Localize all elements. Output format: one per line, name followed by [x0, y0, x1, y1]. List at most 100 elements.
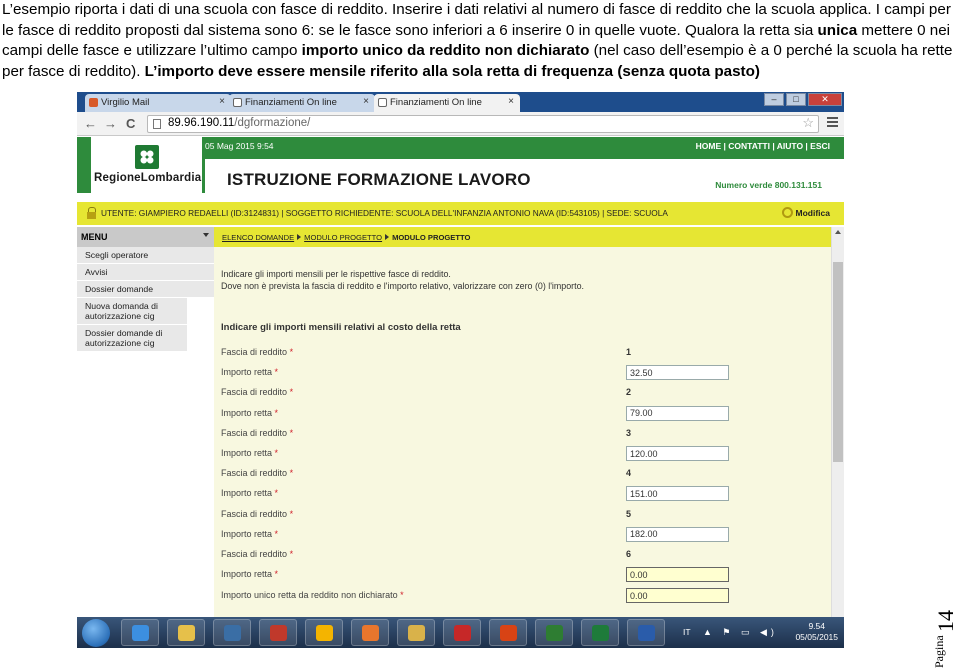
importo-row: Importo retta *: [221, 365, 821, 381]
importo-input[interactable]: [626, 526, 729, 542]
tab-finanziamenti-2[interactable]: Finanziamenti On line ×: [374, 94, 520, 112]
browser-menu-icon[interactable]: [827, 117, 838, 129]
fascia-label: Fascia di reddito *: [221, 508, 294, 519]
app-e-icon: [270, 625, 287, 641]
fascia-label: Fascia di reddito *: [221, 549, 294, 559]
user-info-text: UTENTE: GIAMPIERO REDAELLI (ID:3124831) …: [101, 208, 668, 218]
minimize-button[interactable]: –: [764, 93, 784, 106]
vertical-scrollbar[interactable]: [831, 227, 844, 617]
taskbar-app-e2-icon[interactable]: [489, 619, 527, 646]
address-path: /dgformazione/: [234, 117, 311, 129]
windows-taskbar: IT ▲ ⚑ ▭ ◀) 9.54 05/05/2015: [77, 617, 844, 648]
bookmark-star-icon[interactable]: ☆: [802, 115, 814, 131]
scroll-thumb[interactable]: [833, 262, 843, 462]
close-tab-icon[interactable]: ×: [219, 96, 225, 107]
numero-verde: Numero verde 800.131.151: [715, 180, 822, 190]
importo-input[interactable]: [626, 567, 729, 583]
required-mark: *: [289, 387, 294, 398]
taskbar-app-c-icon[interactable]: [535, 619, 573, 646]
start-button[interactable]: [82, 619, 110, 647]
menu-item-dossier-domande[interactable]: Dossier domande: [77, 281, 214, 298]
importo-label: Importo retta *: [221, 569, 279, 580]
required-mark: *: [289, 549, 294, 559]
importo-input[interactable]: [626, 486, 729, 502]
system-tray-icons[interactable]: ▲ ⚑ ▭ ◀): [703, 627, 778, 638]
tab-virgilio-mail[interactable]: Virgilio Mail ×: [85, 94, 231, 112]
site-title: ISTRUZIONE FORMAZIONE LAVORO: [227, 170, 531, 189]
taskbar-media-player-icon[interactable]: [213, 619, 251, 646]
importo-label: Importo retta *: [221, 448, 279, 458]
window-controls: – □ ✕: [764, 93, 842, 107]
explorer-folder-icon: [408, 625, 425, 641]
intro-line: Dove non è prevista la fascia di reddito…: [221, 281, 584, 291]
tab-finanziamenti-1[interactable]: Finanziamenti On line ×: [229, 94, 375, 112]
importo-label: Importo retta *: [221, 407, 279, 418]
importo-unico-input[interactable]: [626, 588, 729, 604]
tab-label: Finanziamenti On line: [245, 97, 337, 108]
close-window-button[interactable]: ✕: [808, 93, 842, 106]
maximize-button[interactable]: □: [786, 93, 806, 106]
fascia-value: 6: [626, 549, 632, 559]
page-footer: Pagina 14: [929, 600, 959, 670]
browser-toolbar: ← → C 89.96.190.11/dgformazione/ ☆: [77, 112, 844, 136]
form-intro: Indicare gli importi mensili per le risp…: [221, 268, 584, 292]
breadcrumb: ELENCO DOMANDE MODULO PROGETTO MODULO PROG…: [214, 227, 831, 247]
fascia-row: Fascia di reddito * 5: [221, 507, 821, 523]
header-menu-links[interactable]: HOME | CONTATTI | AIUTO | ESCI: [696, 141, 830, 151]
importo-input[interactable]: [626, 405, 729, 421]
reload-icon[interactable]: C: [126, 116, 135, 131]
gear-icon: [781, 207, 793, 218]
taskbar-word-icon[interactable]: [627, 619, 665, 646]
page-word: Pagina: [932, 635, 946, 668]
menu-item-avvisi[interactable]: Avvisi: [77, 264, 214, 281]
taskbar-file-explorer-icon[interactable]: [167, 619, 205, 646]
fascia-value: 3: [626, 427, 632, 438]
regione-lombardia-logo[interactable]: RegioneLombardia: [91, 137, 202, 193]
importo-input[interactable]: [626, 365, 729, 381]
address-host: 89.96.190.11: [168, 117, 235, 129]
taskbar-explorer-folder-icon[interactable]: [397, 619, 435, 646]
taskbar-chrome-icon[interactable]: [305, 619, 343, 646]
intro-line: Indicare gli importi mensili per le risp…: [221, 269, 451, 279]
fascia-row: Fascia di reddito * 1: [221, 345, 821, 361]
taskbar-acrobat-icon[interactable]: [443, 619, 481, 646]
excel-icon: [592, 625, 609, 641]
menu-item-dossier-domande-cig[interactable]: Dossier domande di autorizzazione cig: [77, 325, 187, 352]
breadcrumb-elenco-domande[interactable]: ELENCO DOMANDE: [222, 233, 294, 242]
fascia-row: Fascia di reddito * 3: [221, 426, 821, 442]
address-bar[interactable]: 89.96.190.11/dgformazione/ ☆: [147, 115, 819, 133]
paragraph-bold-note: L’importo deve essere mensile riferito a…: [144, 62, 760, 80]
language-indicator[interactable]: IT: [683, 627, 691, 637]
menu-header-label: MENU: [81, 232, 108, 242]
taskbar-excel-icon[interactable]: [581, 619, 619, 646]
close-tab-icon[interactable]: ×: [508, 96, 514, 107]
fascia-value: 2: [626, 387, 632, 398]
breadcrumb-modulo-progetto[interactable]: MODULO PROGETTO: [304, 233, 382, 242]
menu-header[interactable]: MENU: [77, 227, 214, 247]
left-menu: MENU Scegli operatore Avvisi Dossier dom…: [77, 227, 214, 648]
required-mark: *: [274, 448, 279, 458]
back-arrow-icon[interactable]: ←: [84, 116, 97, 131]
required-mark: *: [289, 347, 294, 357]
importo-unico-label: Importo unico retta da reddito non dichi…: [221, 590, 404, 601]
close-tab-icon[interactable]: ×: [363, 96, 369, 107]
taskbar-internet-explorer-icon[interactable]: [121, 619, 159, 646]
fascia-row: Fascia di reddito * 6: [221, 547, 821, 563]
page-icon: [233, 98, 242, 107]
importo-input[interactable]: [626, 446, 729, 461]
breadcrumb-current: MODULO PROGETTO: [392, 233, 471, 242]
session-date: 05 Mag 2015 9:54: [205, 141, 274, 151]
menu-item-nuova-domanda-cig[interactable]: Nuova domanda di autorizzazione cig: [77, 298, 187, 325]
forward-arrow-icon[interactable]: →: [104, 116, 117, 131]
fascia-value: 1: [626, 347, 632, 357]
paragraph-bold-importo: importo unico da reddito non dichiarato: [301, 42, 590, 59]
clock[interactable]: 9.54 05/05/2015: [795, 621, 838, 643]
modifica-button[interactable]: Modifica: [781, 207, 830, 218]
user-info-bar: UTENTE: GIAMPIERO REDAELLI (ID:3124831) …: [77, 202, 844, 225]
document-paragraph: L’esempio riporta i dati di una scuola c…: [2, 0, 958, 82]
taskbar-app-e-icon[interactable]: [259, 619, 297, 646]
menu-item-scegli-operatore[interactable]: Scegli operatore: [77, 247, 214, 264]
taskbar-firefox-icon[interactable]: [351, 619, 389, 646]
scroll-up-icon[interactable]: [835, 230, 841, 234]
importo-row: Importo retta *: [221, 446, 821, 462]
